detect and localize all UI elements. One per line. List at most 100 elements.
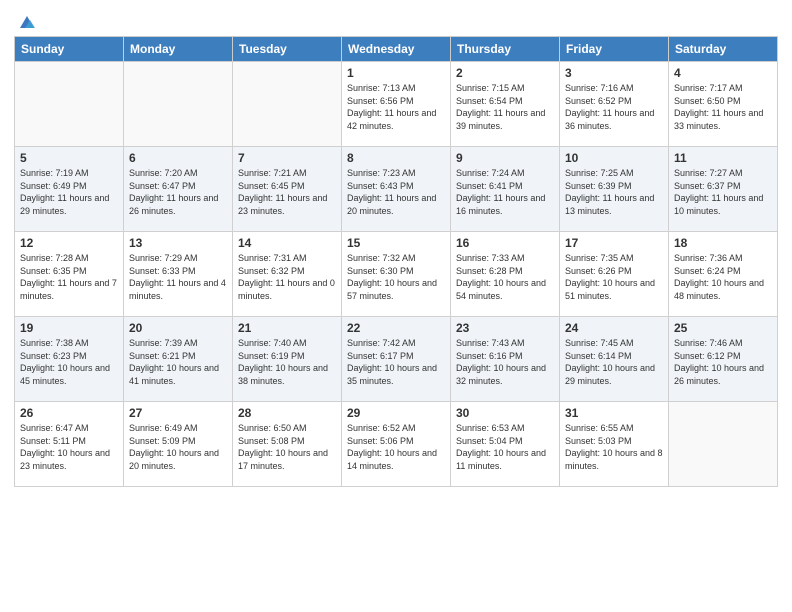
day-number: 9 <box>456 151 554 165</box>
day-number: 11 <box>674 151 772 165</box>
day-info: Sunrise: 7:28 AMSunset: 6:35 PMDaylight:… <box>20 252 118 302</box>
day-number: 17 <box>565 236 663 250</box>
day-number: 25 <box>674 321 772 335</box>
calendar-cell <box>15 62 124 147</box>
day-info: Sunrise: 7:42 AMSunset: 6:17 PMDaylight:… <box>347 337 445 387</box>
day-info: Sunrise: 7:13 AMSunset: 6:56 PMDaylight:… <box>347 82 445 132</box>
calendar-header-tuesday: Tuesday <box>233 37 342 62</box>
day-info: Sunrise: 6:52 AMSunset: 5:06 PMDaylight:… <box>347 422 445 472</box>
calendar-cell: 24 Sunrise: 7:45 AMSunset: 6:14 PMDayligh… <box>560 317 669 402</box>
day-info: Sunrise: 7:45 AMSunset: 6:14 PMDaylight:… <box>565 337 663 387</box>
calendar-header-row: SundayMondayTuesdayWednesdayThursdayFrid… <box>15 37 778 62</box>
calendar-header-monday: Monday <box>124 37 233 62</box>
calendar-cell: 28 Sunrise: 6:50 AMSunset: 5:08 PMDayligh… <box>233 402 342 487</box>
day-number: 6 <box>129 151 227 165</box>
day-info: Sunrise: 7:29 AMSunset: 6:33 PMDaylight:… <box>129 252 227 302</box>
calendar-cell: 4 Sunrise: 7:17 AMSunset: 6:50 PMDaylight… <box>669 62 778 147</box>
day-info: Sunrise: 7:24 AMSunset: 6:41 PMDaylight:… <box>456 167 554 217</box>
calendar-header-thursday: Thursday <box>451 37 560 62</box>
calendar-cell: 12 Sunrise: 7:28 AMSunset: 6:35 PMDayligh… <box>15 232 124 317</box>
day-number: 5 <box>20 151 118 165</box>
day-number: 28 <box>238 406 336 420</box>
calendar-cell: 8 Sunrise: 7:23 AMSunset: 6:43 PMDaylight… <box>342 147 451 232</box>
calendar-week-1: 1 Sunrise: 7:13 AMSunset: 6:56 PMDaylight… <box>15 62 778 147</box>
day-number: 22 <box>347 321 445 335</box>
day-info: Sunrise: 7:27 AMSunset: 6:37 PMDaylight:… <box>674 167 772 217</box>
day-number: 3 <box>565 66 663 80</box>
calendar-table: SundayMondayTuesdayWednesdayThursdayFrid… <box>14 36 778 487</box>
calendar-cell: 11 Sunrise: 7:27 AMSunset: 6:37 PMDayligh… <box>669 147 778 232</box>
day-info: Sunrise: 7:35 AMSunset: 6:26 PMDaylight:… <box>565 252 663 302</box>
calendar-cell: 15 Sunrise: 7:32 AMSunset: 6:30 PMDayligh… <box>342 232 451 317</box>
calendar-cell: 10Sunrise: 7:25 AMSunset: 6:39 PMDayligh… <box>560 147 669 232</box>
day-info: Sunrise: 7:17 AMSunset: 6:50 PMDaylight:… <box>674 82 772 132</box>
calendar-cell: 18 Sunrise: 7:36 AMSunset: 6:24 PMDayligh… <box>669 232 778 317</box>
calendar-cell <box>669 402 778 487</box>
calendar-cell: 19Sunrise: 7:38 AMSunset: 6:23 PMDayligh… <box>15 317 124 402</box>
day-info: Sunrise: 7:31 AMSunset: 6:32 PMDaylight:… <box>238 252 336 302</box>
day-number: 12 <box>20 236 118 250</box>
day-info: Sunrise: 7:43 AMSunset: 6:16 PMDaylight:… <box>456 337 554 387</box>
calendar-cell: 25 Sunrise: 7:46 AMSunset: 6:12 PMDayligh… <box>669 317 778 402</box>
day-info: Sunrise: 7:16 AMSunset: 6:52 PMDaylight:… <box>565 82 663 132</box>
day-info: Sunrise: 6:50 AMSunset: 5:08 PMDaylight:… <box>238 422 336 472</box>
day-number: 20 <box>129 321 227 335</box>
day-info: Sunrise: 7:33 AMSunset: 6:28 PMDaylight:… <box>456 252 554 302</box>
day-number: 24 <box>565 321 663 335</box>
day-number: 15 <box>347 236 445 250</box>
calendar-cell: 21 Sunrise: 7:40 AMSunset: 6:19 PMDayligh… <box>233 317 342 402</box>
page-header <box>14 10 778 28</box>
day-number: 2 <box>456 66 554 80</box>
day-info: Sunrise: 7:23 AMSunset: 6:43 PMDaylight:… <box>347 167 445 217</box>
day-number: 10 <box>565 151 663 165</box>
calendar-cell: 14 Sunrise: 7:31 AMSunset: 6:32 PMDayligh… <box>233 232 342 317</box>
calendar-cell: 31 Sunrise: 6:55 AMSunset: 5:03 PMDayligh… <box>560 402 669 487</box>
day-info: Sunrise: 7:15 AMSunset: 6:54 PMDaylight:… <box>456 82 554 132</box>
day-info: Sunrise: 6:55 AMSunset: 5:03 PMDaylight:… <box>565 422 663 472</box>
day-number: 23 <box>456 321 554 335</box>
calendar-cell: 23 Sunrise: 7:43 AMSunset: 6:16 PMDayligh… <box>451 317 560 402</box>
day-info: Sunrise: 6:47 AMSunset: 5:11 PMDaylight:… <box>20 422 118 472</box>
calendar-cell: 26 Sunrise: 6:47 AMSunset: 5:11 PMDayligh… <box>15 402 124 487</box>
day-info: Sunrise: 7:19 AMSunset: 6:49 PMDaylight:… <box>20 167 118 217</box>
day-number: 8 <box>347 151 445 165</box>
day-info: Sunrise: 7:36 AMSunset: 6:24 PMDaylight:… <box>674 252 772 302</box>
day-number: 30 <box>456 406 554 420</box>
day-number: 14 <box>238 236 336 250</box>
calendar-cell: 7Sunrise: 7:21 AMSunset: 6:45 PMDaylight… <box>233 147 342 232</box>
day-number: 18 <box>674 236 772 250</box>
calendar-cell: 17 Sunrise: 7:35 AMSunset: 6:26 PMDayligh… <box>560 232 669 317</box>
day-number: 26 <box>20 406 118 420</box>
logo <box>14 10 38 28</box>
logo-icon <box>16 10 38 32</box>
calendar-cell: 3 Sunrise: 7:16 AMSunset: 6:52 PMDaylight… <box>560 62 669 147</box>
calendar-header-saturday: Saturday <box>669 37 778 62</box>
day-info: Sunrise: 7:38 AMSunset: 6:23 PMDaylight:… <box>20 337 118 387</box>
calendar-cell: 27Sunrise: 6:49 AMSunset: 5:09 PMDayligh… <box>124 402 233 487</box>
calendar-cell: 22 Sunrise: 7:42 AMSunset: 6:17 PMDayligh… <box>342 317 451 402</box>
calendar-week-2: 5 Sunrise: 7:19 AMSunset: 6:49 PMDaylight… <box>15 147 778 232</box>
calendar-header-sunday: Sunday <box>15 37 124 62</box>
day-info: Sunrise: 7:32 AMSunset: 6:30 PMDaylight:… <box>347 252 445 302</box>
day-number: 13 <box>129 236 227 250</box>
day-info: Sunrise: 6:49 AMSunset: 5:09 PMDaylight:… <box>129 422 227 472</box>
calendar-cell <box>124 62 233 147</box>
day-number: 29 <box>347 406 445 420</box>
day-info: Sunrise: 7:40 AMSunset: 6:19 PMDaylight:… <box>238 337 336 387</box>
day-info: Sunrise: 6:53 AMSunset: 5:04 PMDaylight:… <box>456 422 554 472</box>
day-number: 31 <box>565 406 663 420</box>
day-number: 16 <box>456 236 554 250</box>
day-number: 21 <box>238 321 336 335</box>
day-info: Sunrise: 7:46 AMSunset: 6:12 PMDaylight:… <box>674 337 772 387</box>
day-info: Sunrise: 7:39 AMSunset: 6:21 PMDaylight:… <box>129 337 227 387</box>
calendar-week-4: 19Sunrise: 7:38 AMSunset: 6:23 PMDayligh… <box>15 317 778 402</box>
day-number: 1 <box>347 66 445 80</box>
calendar-week-5: 26 Sunrise: 6:47 AMSunset: 5:11 PMDayligh… <box>15 402 778 487</box>
day-number: 7 <box>238 151 336 165</box>
calendar-cell: 1 Sunrise: 7:13 AMSunset: 6:56 PMDaylight… <box>342 62 451 147</box>
calendar-header-friday: Friday <box>560 37 669 62</box>
calendar-cell: 13 Sunrise: 7:29 AMSunset: 6:33 PMDayligh… <box>124 232 233 317</box>
day-number: 4 <box>674 66 772 80</box>
calendar-cell: 29 Sunrise: 6:52 AMSunset: 5:06 PMDayligh… <box>342 402 451 487</box>
calendar-cell: 2 Sunrise: 7:15 AMSunset: 6:54 PMDaylight… <box>451 62 560 147</box>
